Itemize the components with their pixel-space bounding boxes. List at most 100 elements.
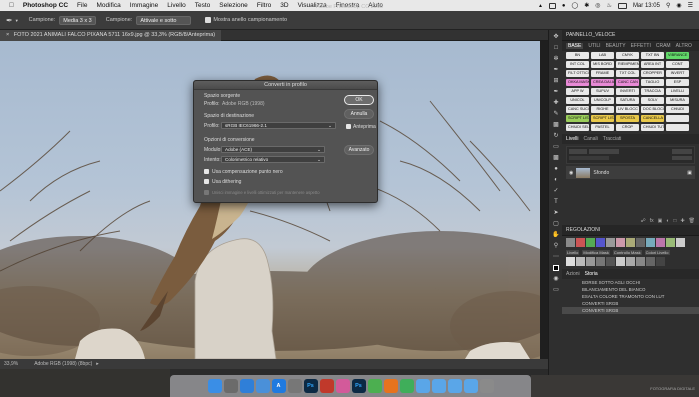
mask-btn-6-icon[interactable] <box>616 257 625 266</box>
action-button[interactable]: SOLV <box>641 97 664 104</box>
move-tool-icon[interactable]: ✥ <box>551 32 561 41</box>
dodge-tool-icon[interactable]: ◐ <box>551 175 561 184</box>
engine-select[interactable]: Adobe (ACE) ⌄ <box>221 146 325 153</box>
adj-bw-icon[interactable] <box>636 238 645 247</box>
history-item[interactable]: BORSE SOTTO AGLI OCCHI <box>562 279 699 286</box>
lock-controls[interactable] <box>569 156 609 160</box>
adj-vibrance-icon[interactable] <box>606 238 615 247</box>
action-button[interactable]: SCRIPT LIST <box>566 115 589 122</box>
adj-exposure-icon[interactable] <box>596 238 605 247</box>
ok-button[interactable]: OK <box>344 95 374 105</box>
fill-field[interactable] <box>672 156 692 160</box>
search-icon[interactable]: ⚲ <box>666 2 670 9</box>
tab-controllo-mask[interactable]: Controllo Mask <box>612 250 642 255</box>
eraser-tool-icon[interactable]: ▭ <box>551 142 561 151</box>
history-item[interactable]: ESALTA COLORE TRAMONTO CON LUT <box>562 293 699 300</box>
menu-item-livello[interactable]: Livello <box>167 2 185 9</box>
pen-tool-icon[interactable]: ✓ <box>551 186 561 195</box>
action-button[interactable]: FRAME <box>591 70 614 77</box>
eyedropper-tool-icon[interactable]: ✒ <box>6 16 13 25</box>
fx-icon[interactable]: fx <box>650 218 654 224</box>
preview-checkbox[interactable] <box>346 124 351 129</box>
launchpad-icon[interactable] <box>223 379 238 393</box>
action-button[interactable]: RIEMPIMENTO <box>616 61 639 68</box>
tab-livelli[interactable]: Livelli <box>566 136 579 142</box>
color-swatches-icon[interactable] <box>551 263 561 272</box>
action-button[interactable]: BN <box>566 52 589 59</box>
tab-storia[interactable]: Storia <box>585 271 598 277</box>
action-button[interactable]: CANCELLA <box>641 115 664 122</box>
tab-altro[interactable]: ALTRO <box>676 43 692 49</box>
app-pink-icon[interactable] <box>335 379 350 393</box>
action-button[interactable]: SCRIPT LIST ATT <box>591 115 614 122</box>
tab-effetti[interactable]: EFFETTI <box>631 43 651 49</box>
adjustment-icon[interactable]: ◐ <box>666 218 669 224</box>
brush-tool-icon[interactable]: ✎ <box>551 109 561 118</box>
opacity-field[interactable] <box>672 149 692 154</box>
advanced-button[interactable]: Avanzato <box>344 145 374 155</box>
more-tools-icon[interactable]: ⋯ <box>551 252 561 261</box>
safari-icon[interactable] <box>239 379 254 393</box>
quick-select-tool-icon[interactable]: ✒ <box>551 65 561 74</box>
action-button[interactable]: UNICOLP <box>591 97 614 104</box>
action-button[interactable] <box>666 124 689 131</box>
action-button[interactable]: ESP <box>666 79 689 86</box>
sample-size-select[interactable]: Media 3 x 3 <box>59 15 96 25</box>
layer-filter-select[interactable] <box>569 149 587 154</box>
new-group-icon[interactable]: □ <box>673 218 676 224</box>
bpc-checkbox[interactable] <box>204 169 209 174</box>
adj-photo-filter-icon[interactable] <box>646 238 655 247</box>
mask-btn-5-icon[interactable] <box>606 257 615 266</box>
shape-tool-icon[interactable]: ▢ <box>551 219 561 228</box>
preferences-icon[interactable] <box>287 379 302 393</box>
folder2-icon[interactable] <box>431 379 446 393</box>
battery-icon[interactable] <box>617 2 627 9</box>
adj-balance-icon[interactable] <box>626 238 635 247</box>
zoom-level[interactable]: 33,9% <box>4 361 18 367</box>
path-select-icon[interactable]: ➤ <box>551 208 561 217</box>
crop-tool-icon[interactable]: ⊞ <box>551 76 561 85</box>
hand-tool-icon[interactable]: ✋ <box>551 230 561 239</box>
tab-azioni[interactable]: Azioni <box>566 271 580 277</box>
adj-hue-icon[interactable] <box>616 238 625 247</box>
adj-curves-icon[interactable] <box>586 238 595 247</box>
app-green-icon[interactable] <box>399 379 414 393</box>
photoshop2-icon[interactable]: Ps <box>351 379 366 393</box>
tab-modifica-mask[interactable]: Modifica Mask <box>582 250 610 255</box>
lasso-tool-icon[interactable]: ✼ <box>551 54 561 63</box>
action-button[interactable]: CONT <box>666 61 689 68</box>
new-layer-icon[interactable]: ✚ <box>680 218 684 224</box>
layer-name[interactable]: Sfondo <box>593 170 609 176</box>
action-button[interactable]: DOC BLOCC <box>641 106 664 113</box>
action-button[interactable]: CHIUDI <box>666 106 689 113</box>
appstore-icon[interactable]: A <box>271 379 286 393</box>
history-item[interactable]: CONVERTI SRGB <box>562 300 699 307</box>
mask-btn-4-icon[interactable] <box>596 257 605 266</box>
app-red-icon[interactable] <box>319 379 334 393</box>
mask-btn-9-icon[interactable] <box>646 257 655 266</box>
trash-icon[interactable] <box>479 379 494 393</box>
tab-canali[interactable]: Canali <box>584 136 598 142</box>
status-icon-2[interactable] <box>548 2 556 9</box>
mask-btn-10-icon[interactable] <box>656 257 665 266</box>
mask-btn-3-icon[interactable] <box>586 257 595 266</box>
action-button[interactable]: SATURA <box>616 97 639 104</box>
action-button[interactable]: PASTEL <box>591 124 614 131</box>
close-tab-icon[interactable]: × <box>6 32 9 38</box>
action-button[interactable] <box>666 115 689 122</box>
adj-mixer-icon[interactable] <box>656 238 665 247</box>
siri-icon[interactable]: ◉ <box>676 2 681 9</box>
action-button[interactable]: CROP <box>616 124 639 131</box>
bluetooth-icon[interactable]: ✱ <box>584 2 589 9</box>
history-brush-icon[interactable]: ↻ <box>551 131 561 140</box>
tab-beauty[interactable]: BEAUTY <box>606 43 626 49</box>
action-button[interactable]: LAB <box>591 52 614 59</box>
mask-btn-7-icon[interactable] <box>626 257 635 266</box>
action-button[interactable]: LIVELLI <box>666 88 689 95</box>
folder3-icon[interactable] <box>447 379 462 393</box>
action-button[interactable]: APP W <box>566 88 589 95</box>
blend-mode-select[interactable] <box>589 149 619 154</box>
intent-select[interactable]: Colorimetrico relativo ⌄ <box>221 156 325 163</box>
cancel-button[interactable]: Annulla <box>344 109 374 119</box>
action-button[interactable]: TXT BN <box>641 52 664 59</box>
